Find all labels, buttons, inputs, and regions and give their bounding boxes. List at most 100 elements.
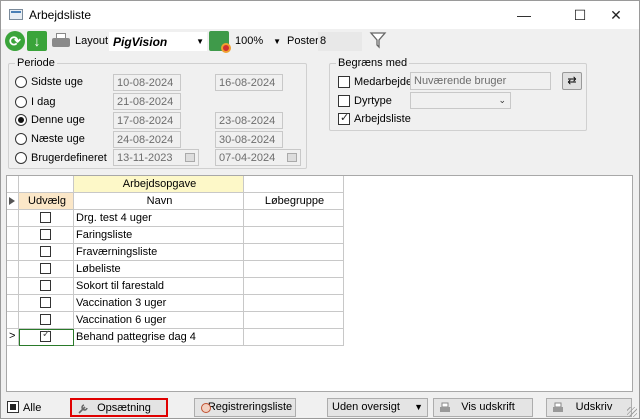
radio-label: Næste uge [31,133,85,145]
table-row-current[interactable]: > Behand pattegrise dag 4 [7,329,344,346]
medarbejder-label: Medarbejder [354,76,416,88]
i-dag-date: 21-08-2024 [113,93,181,110]
close-button[interactable]: ✕ [593,1,639,29]
udskriv-button[interactable]: Udskriv [546,398,632,417]
band-spacer [19,176,74,193]
row-checkbox[interactable] [40,246,51,257]
arbejdsliste-window: Arbejdsliste — ☐ ✕ ⟳ ↓ Layout PigVision … [0,0,640,419]
dyrtype-select[interactable]: ⌄ [410,92,511,109]
denne-uge-to: 23-08-2024 [215,112,283,129]
radio-button-selected[interactable] [15,114,27,126]
calendar-icon[interactable] [287,153,297,162]
sort-indicator-icon [9,197,15,205]
begraens-med-group: Begræns med Medarbejder Nuværende bruger… [329,57,587,131]
filter-icon[interactable] [369,31,389,51]
table-row[interactable]: Vaccination 6 uger [7,312,344,329]
begraens-legend: Begræns med [336,57,410,69]
radio-label: Sidste uge [31,76,83,88]
footer-bar: Alle Opsætning Registreringsliste Uden o… [1,395,639,419]
row-checkbox[interactable] [40,212,51,223]
row-checkbox-checked[interactable] [40,329,51,342]
sidste-uge-to: 16-08-2024 [215,74,283,91]
radio-label: Denne uge [31,114,85,126]
printer-icon [439,402,451,413]
column-header-udvaelg[interactable]: Udvælg [19,193,74,210]
naeste-uge-from: 24-08-2024 [113,131,181,148]
lobegruppe-cell [244,210,344,227]
radio-label: I dag [31,96,56,108]
layout-select[interactable]: PigVision ▼ [109,32,207,51]
alle-checkbox[interactable] [7,401,19,413]
lobegruppe-cell [244,295,344,312]
brugerdefineret-to-date[interactable]: 07-04-2024 [215,149,301,166]
radio-brugerdefineret[interactable]: Brugerdefineret [15,150,115,166]
poster-count: 8 [318,32,362,51]
row-header [7,227,19,244]
chevron-down-icon: ▼ [414,402,423,412]
printer-icon[interactable] [51,31,71,51]
alle-label: Alle [23,402,42,414]
arbejdsliste-label: Arbejdsliste [354,113,411,125]
grid-column-header-row: Udvælg Navn Løbegruppe [7,193,344,210]
oversigt-select[interactable]: Uden oversigt ▼ [327,398,428,417]
table-row[interactable]: Fraværningsliste [7,244,344,261]
app-icon [9,9,23,20]
table-row[interactable]: Vaccination 3 uger [7,295,344,312]
row-checkbox[interactable] [40,263,51,274]
wrench-icon [77,403,89,414]
table-row[interactable]: Løbeliste [7,261,344,278]
radio-denne-uge[interactable]: Denne uge [15,112,115,128]
row-checkbox[interactable] [40,314,51,325]
column-header-lobegruppe[interactable]: Løbegruppe [244,193,344,210]
medarbejder-field: Nuværende bruger [410,72,551,90]
row-checkbox[interactable] [40,297,51,308]
arbejdsliste-checkbox[interactable] [338,111,350,125]
table-row[interactable]: Sokort til farestald [7,278,344,295]
medarbejder-checkbox[interactable] [338,76,350,88]
lobegruppe-cell [244,329,344,346]
refresh-icon[interactable]: ⟳ [5,31,25,51]
navn-cell: Vaccination 6 uger [74,312,244,329]
column-header-navn[interactable]: Navn [74,193,244,210]
lobegruppe-cell [244,244,344,261]
grid-band-header-row: Arbejdsopgave [7,176,344,193]
radio-button[interactable] [15,76,27,88]
brugerdefineret-from-date[interactable]: 13-11-2023 [113,149,199,166]
download-icon[interactable]: ↓ [27,31,47,51]
zoom-select[interactable]: 100% ▼ [233,32,285,51]
registreringsliste-button[interactable]: Registreringsliste [194,398,296,417]
radio-button[interactable] [15,152,27,164]
naeste-uge-to: 30-08-2024 [215,131,283,148]
radio-button[interactable] [15,133,27,145]
resize-grip[interactable] [627,407,637,417]
select-employee-icon[interactable]: ⇄ [562,72,582,90]
layout-label: Layout [75,35,109,47]
navn-cell: Løbeliste [74,261,244,278]
calendar-icon[interactable] [185,153,195,162]
navn-cell: Drg. test 4 uger [74,210,244,227]
dyrtype-checkbox[interactable] [338,95,350,107]
row-header [7,210,19,227]
navn-cell: Sokort til farestald [74,278,244,295]
lobegruppe-cell [244,261,344,278]
button-label: Udskriv [575,401,613,413]
row-header: > [7,329,19,346]
layout-settings-icon[interactable] [209,31,231,53]
opsaetning-button[interactable]: Opsætning [70,398,168,417]
radio-button[interactable] [15,96,27,108]
radio-naeste-uge[interactable]: Næste uge [15,131,115,147]
row-header [7,278,19,295]
table-row[interactable]: Faringsliste [7,227,344,244]
lobegruppe-cell [244,227,344,244]
header-corner [7,193,19,210]
row-checkbox[interactable] [40,229,51,240]
oversigt-value: Uden oversigt [332,401,400,413]
radio-i-dag[interactable]: I dag [15,94,115,110]
band-header-arbejdsopgave: Arbejdsopgave [74,176,244,193]
vis-udskrift-button[interactable]: Vis udskrift [433,398,533,417]
minimize-button[interactable]: — [501,1,547,29]
table-row[interactable]: Drg. test 4 uger [7,210,344,227]
row-checkbox[interactable] [40,280,51,291]
band-corner [7,176,19,193]
band-spacer [244,176,344,193]
